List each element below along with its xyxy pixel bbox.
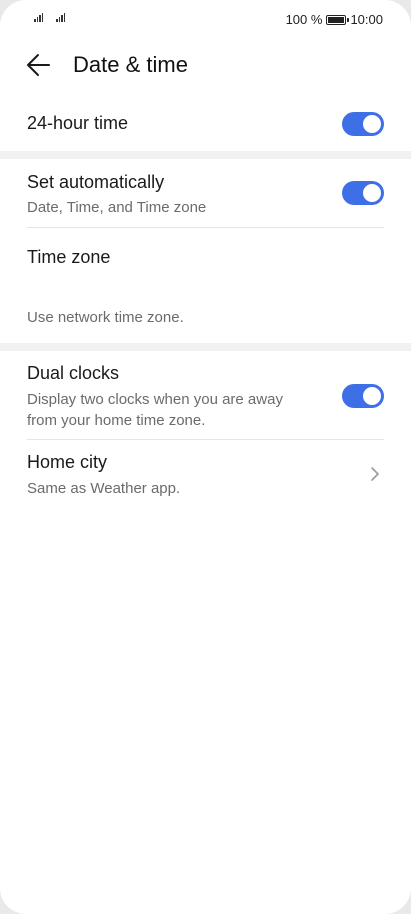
setting-description: Display two clocks when you are away (27, 391, 283, 408)
setting-description: from your home time zone. (27, 412, 206, 429)
status-right: 100 % 10:00 (286, 12, 383, 27)
setting-description: Date, Time, and Time zone (27, 199, 207, 216)
signal-icon (34, 13, 44, 22)
toggle-knob (363, 387, 381, 405)
section-separator (0, 343, 411, 351)
set-automatically-toggle[interactable] (342, 181, 384, 205)
chevron-right-icon (371, 467, 379, 481)
setting-label: Home city (27, 452, 108, 472)
section-separator (0, 151, 411, 159)
24-hour-time-toggle[interactable] (342, 112, 384, 136)
signal-icon (56, 13, 66, 22)
page-title: Date & time (73, 52, 188, 77)
phone-screen: 100 % 10:00 Date & time 24-hour time Set… (0, 0, 411, 914)
app-header: Date & time (0, 44, 411, 88)
setting-description: Same as Weather app. (27, 480, 181, 497)
setting-label: Set automatically (27, 172, 165, 192)
status-bar: 100 % 10:00 (0, 0, 411, 40)
setting-label: 24-hour time (27, 113, 129, 133)
setting-time-zone[interactable]: Time zone Use network time zone. (0, 228, 411, 342)
setting-set-automatically[interactable]: Set automatically Date, Time, and Time z… (0, 160, 411, 227)
toggle-knob (363, 115, 381, 133)
setting-label: Time zone (27, 247, 111, 267)
dual-clocks-toggle[interactable] (342, 384, 384, 408)
battery-percent: 100 % (285, 12, 323, 27)
back-button[interactable] (22, 48, 56, 82)
setting-24-hour-time[interactable]: 24-hour time (0, 98, 411, 150)
setting-description: Use network time zone. (27, 309, 184, 326)
arrow-left-icon (27, 54, 50, 76)
battery-icon (326, 14, 350, 25)
toggle-knob (363, 184, 381, 202)
setting-home-city[interactable]: Home city Same as Weather app. (0, 440, 411, 508)
status-time: 10:00 (350, 12, 383, 27)
setting-dual-clocks[interactable]: Dual clocks Display two clocks when you … (0, 351, 411, 439)
setting-label: Dual clocks (27, 363, 120, 383)
